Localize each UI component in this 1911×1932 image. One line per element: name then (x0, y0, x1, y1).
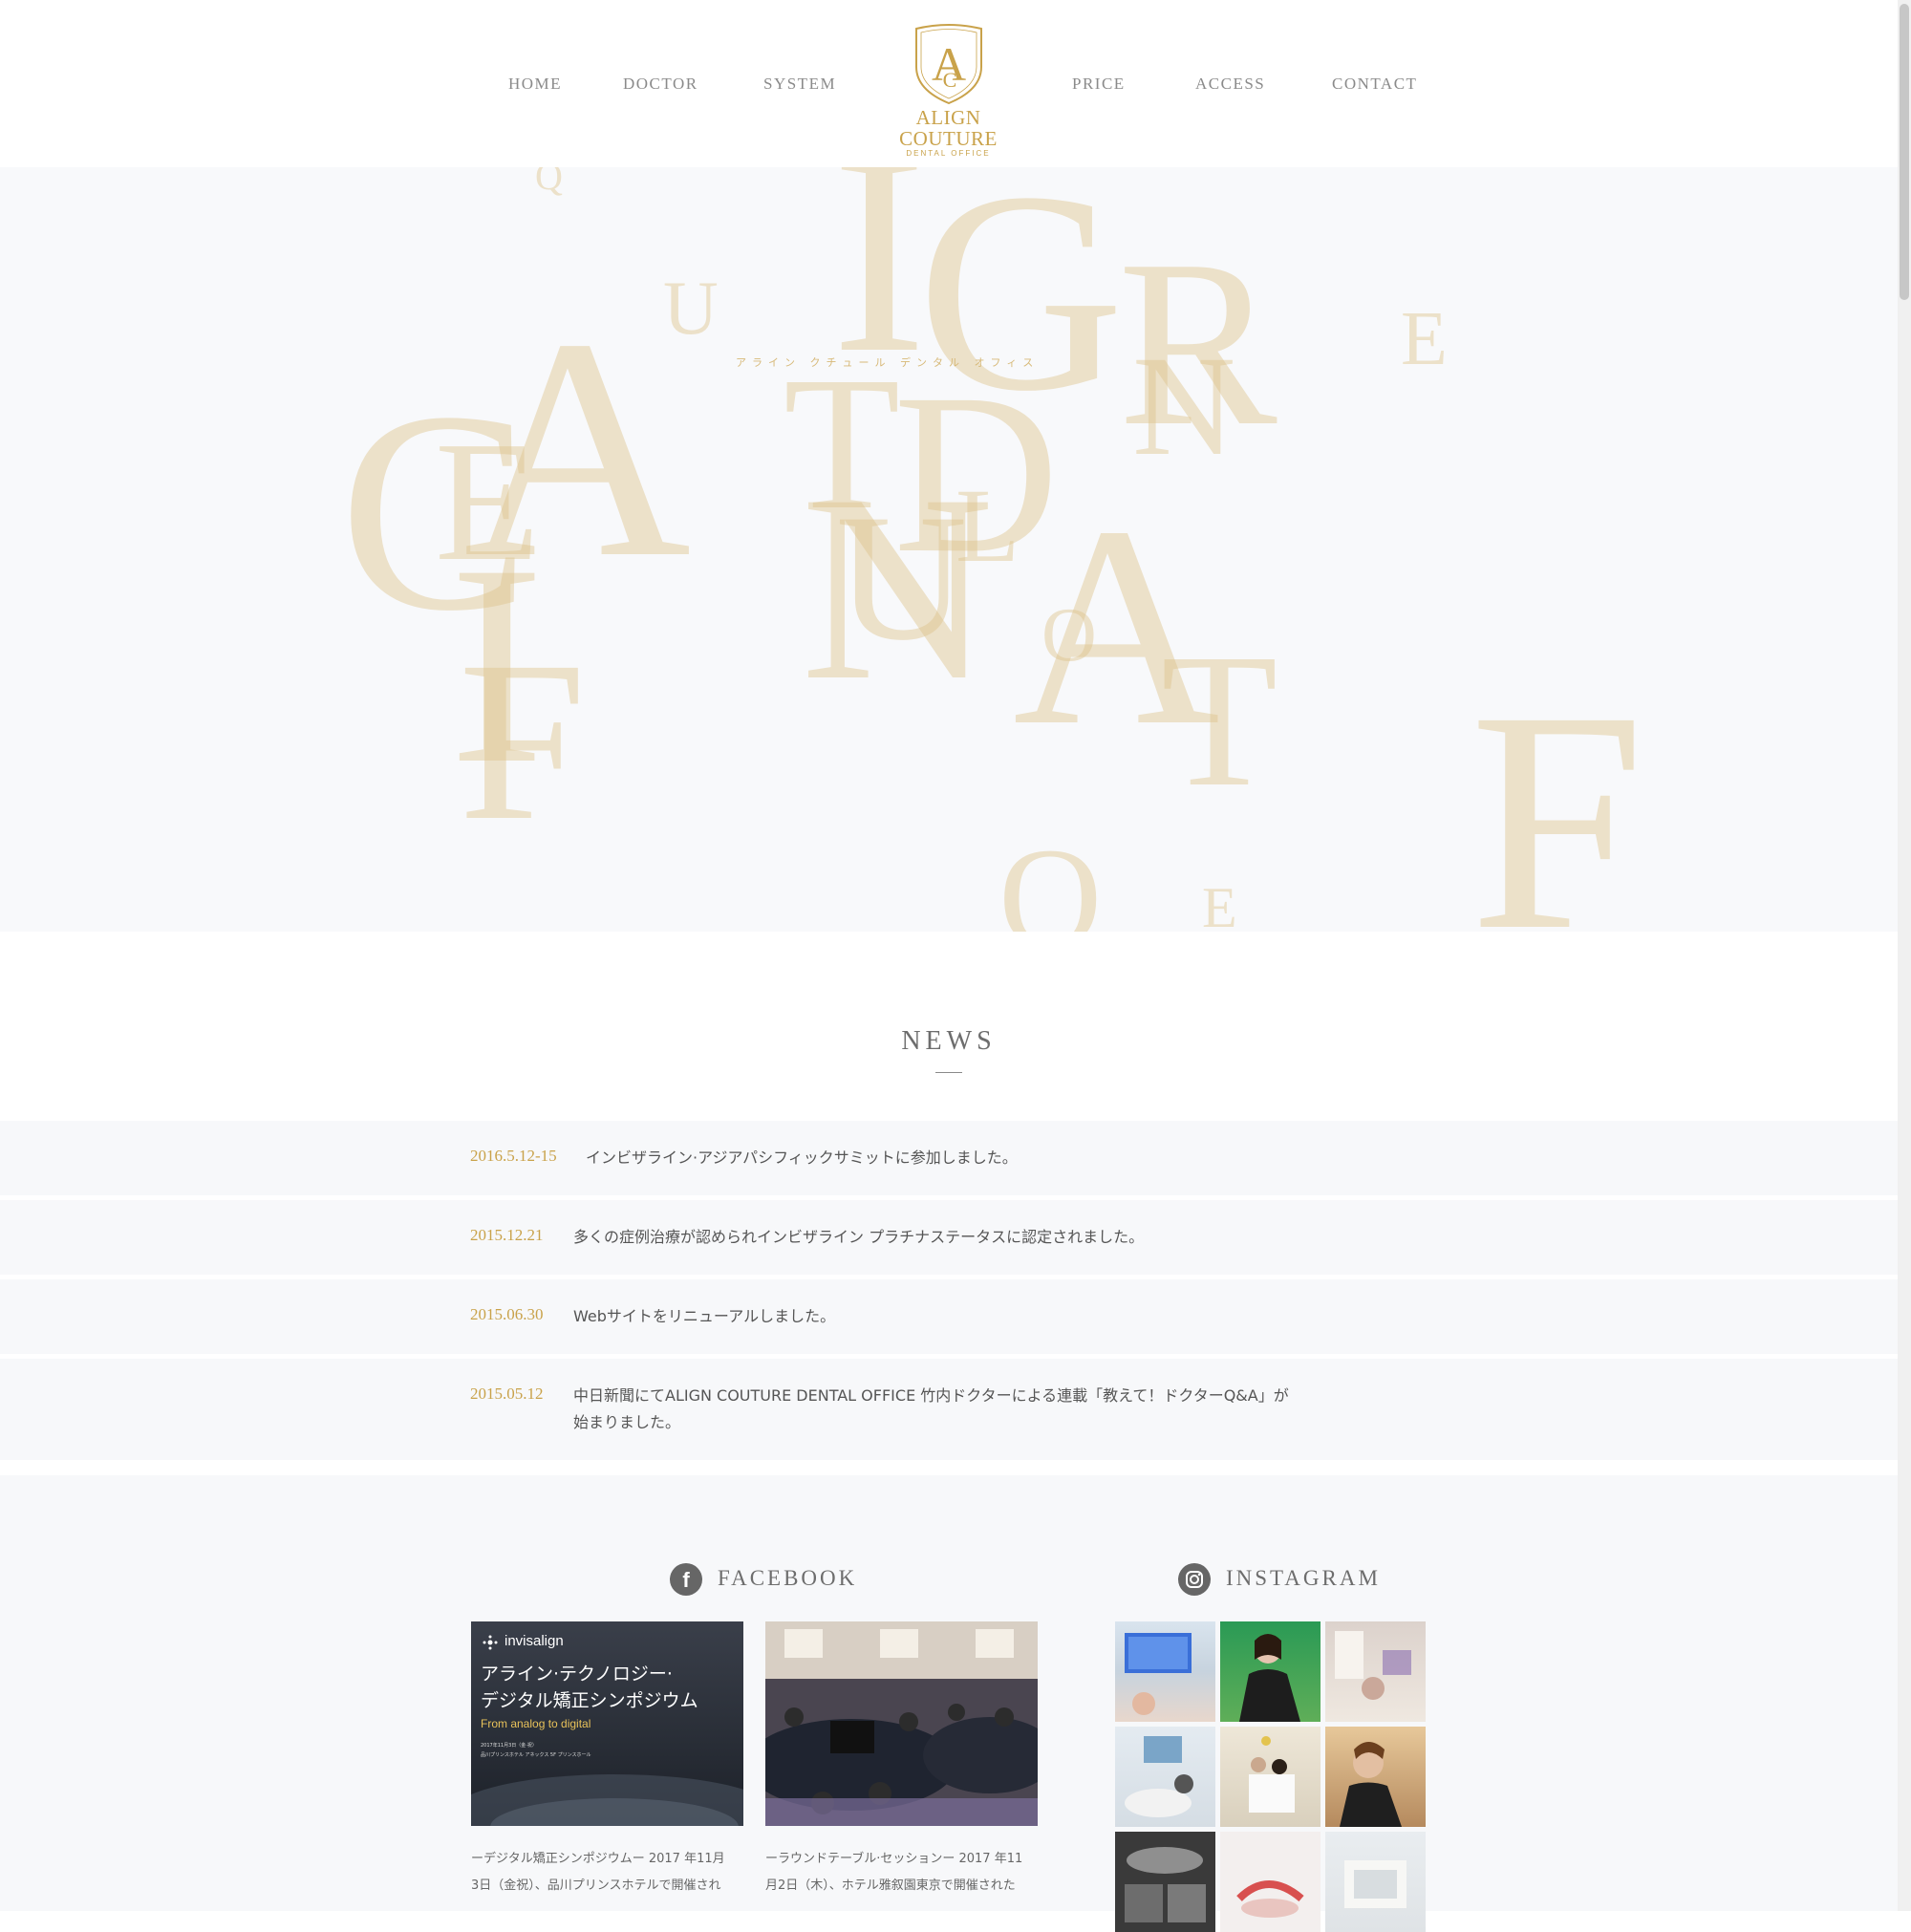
hero-letter: N (801, 439, 995, 736)
facebook-post-caption[interactable]: ーラウンドテーブル·セッションー 2017 年11 (765, 1846, 1042, 1873)
hero-letter: F (459, 613, 587, 868)
site-logo[interactable]: A C ALIGN COUTURE DENTAL OFFICE (865, 23, 1032, 158)
news-text[interactable]: インビザライン·アジアパシフィックサミットに参加しました。 (586, 1145, 1350, 1171)
news-date: 2015.12.21 (470, 1226, 544, 1244)
nav-contact[interactable]: CONTACT (1332, 75, 1417, 94)
news-date: 2016.5.12-15 (470, 1147, 557, 1165)
post-headline: アライン·テクノロジー· (481, 1664, 673, 1685)
news-date: 2015.06.30 (470, 1305, 544, 1323)
instagram-photo[interactable] (1325, 1621, 1426, 1722)
news-text[interactable]: 中日新聞にてALIGN COUTURE DENTAL OFFICE 竹内ドクター… (573, 1383, 1366, 1409)
news-item[interactable]: 2016.5.12-15 インビザライン·アジアパシフィックサミットに参加しまし… (0, 1121, 1898, 1195)
page-scrollbar[interactable] (1898, 0, 1911, 1911)
hero-visual: I G R U E N C A T D E L U N O A T I F F … (0, 167, 1898, 932)
crest-icon: A C (914, 24, 982, 105)
instagram-photo[interactable] (1220, 1621, 1321, 1722)
logo-title: ALIGN COUTURE (899, 106, 998, 150)
hero-kana-text: アライン クチュール デンタル オフィス (736, 356, 1040, 369)
instagram-photo[interactable] (1115, 1727, 1215, 1827)
facebook-icon[interactable]: f (670, 1563, 702, 1596)
post-detail: 2017年11月3日（金·祝） (481, 1743, 537, 1749)
instagram-heading[interactable]: INSTAGRAM (1226, 1566, 1381, 1591)
scrollbar-thumb[interactable] (1900, 4, 1909, 300)
facebook-heading[interactable]: FACEBOOK (718, 1566, 857, 1591)
nav-doctor[interactable]: DOCTOR (623, 75, 698, 94)
facebook-post-image[interactable] (765, 1621, 1038, 1826)
news-date: 2015.05.12 (470, 1385, 544, 1403)
news-text[interactable]: 多くの症例治療が認められインビザライン プラチナステータスに認定されました。 (573, 1224, 1338, 1251)
nav-access[interactable]: ACCESS (1195, 75, 1265, 94)
site-header: HOME DOCTOR SYSTEM A C ALIGN COUTURE DEN… (0, 0, 1898, 167)
news-item[interactable]: 2015.05.12 中日新聞にてALIGN COUTURE DENTAL OF… (0, 1359, 1898, 1460)
invisalign-brand: invisalign (505, 1633, 564, 1649)
facebook-post-caption[interactable]: 3日（金祝）、品川プリンスホテルで開催され (471, 1873, 748, 1900)
news-item[interactable]: 2015.06.30 Webサイトをリニューアルしました。 (0, 1279, 1898, 1354)
instagram-photo[interactable] (1325, 1727, 1426, 1827)
nav-price[interactable]: PRICE (1072, 75, 1126, 94)
post-headline: デジタル矯正シンポジウム (481, 1690, 698, 1711)
instagram-photo[interactable] (1325, 1832, 1426, 1932)
nav-system[interactable]: SYSTEM (763, 75, 836, 94)
news-item[interactable]: 2015.12.21 多くの症例治療が認められインビザライン プラチナステータス… (0, 1200, 1898, 1275)
hero-letter: T (1161, 615, 1278, 826)
news-text-continued[interactable]: 始まりました。 (573, 1409, 1338, 1436)
facebook-post-caption[interactable]: 月2日（木）、ホテル雅叙園東京で開催された (765, 1873, 1042, 1900)
nav-home[interactable]: HOME (508, 75, 562, 94)
hero-letter: Q (535, 167, 563, 198)
hero-letter: F (1470, 647, 1645, 933)
hero-letter: E (1202, 876, 1237, 932)
svg-text:C: C (942, 68, 956, 92)
hero-letter: N (1132, 327, 1236, 485)
hero-letter: O (998, 819, 1103, 932)
instagram-photo[interactable] (1220, 1832, 1321, 1932)
news-heading-divider (935, 1072, 962, 1073)
facebook-post-image[interactable]: invisalign アライン·テクノロジー· デジタル矯正シンポジウム Fro… (471, 1621, 743, 1826)
hero-letter: E (1401, 297, 1448, 381)
post-subtitle: From analog to digital (481, 1717, 591, 1730)
instagram-icon[interactable] (1178, 1563, 1211, 1596)
post-detail: 品川プリンスホテル アネックス 5F プリンスホール (481, 1752, 591, 1758)
news-text[interactable]: Webサイトをリニューアルしました。 (573, 1303, 1338, 1330)
news-heading: NEWS (901, 1026, 997, 1056)
instagram-photo[interactable] (1115, 1832, 1215, 1932)
facebook-post-caption[interactable]: ーデジタル矯正シンポジウムー 2017 年11月 (471, 1846, 748, 1873)
instagram-photo[interactable] (1220, 1727, 1321, 1827)
logo-subtitle: DENTAL OFFICE (906, 149, 991, 158)
svg-text:f: f (682, 1568, 690, 1592)
instagram-photo[interactable] (1115, 1621, 1215, 1722)
social-section: f FACEBOOK INSTAGRAM invisalign アライン·テクノ… (0, 1475, 1898, 1932)
